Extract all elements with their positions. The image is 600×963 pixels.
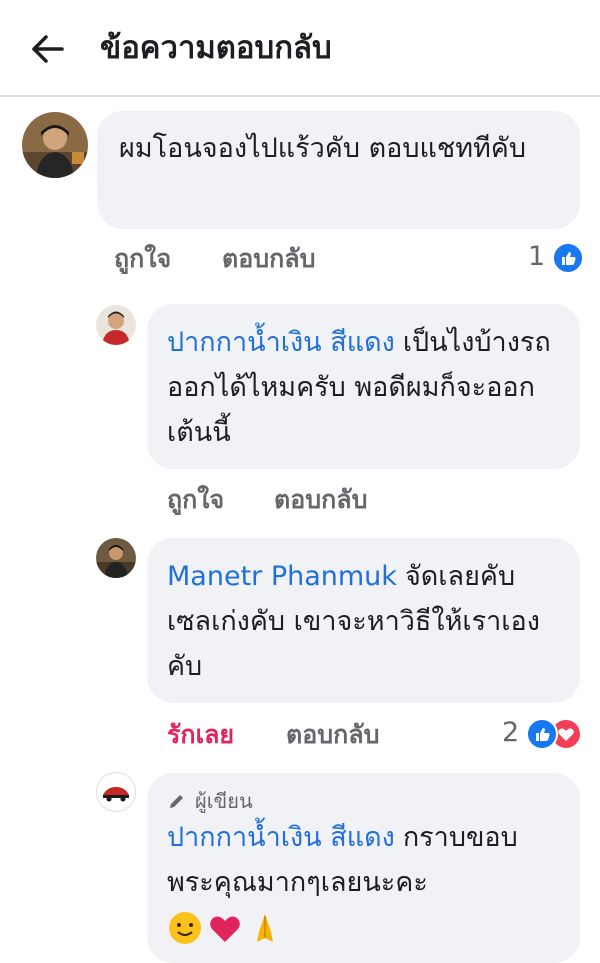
avatar[interactable] bbox=[22, 112, 88, 178]
comment-bubble[interactable]: ผมโอนจองไปแร้วคับ ตอบแชททีคับ bbox=[97, 111, 580, 229]
comment-author-link[interactable]: ปากกาน้ำเงิน สีแดง bbox=[167, 822, 395, 853]
reply-button[interactable]: ตอบกลับ bbox=[274, 483, 367, 517]
heart-emoji bbox=[210, 916, 240, 942]
comment-bubble[interactable]: ปากกาน้ำเงิน สีแดง เป็นไงบ้างรถออกได้ไหมค… bbox=[147, 304, 580, 469]
avatar-photo bbox=[96, 538, 136, 578]
back-button[interactable] bbox=[22, 27, 72, 71]
page-logo bbox=[97, 773, 135, 811]
reaction-icons[interactable] bbox=[552, 242, 584, 274]
reply-button[interactable]: ตอบกลับ bbox=[286, 718, 379, 752]
comment-body: Manetr Phanmuk จัดเลยคับ เซลเก่งคับ เขาจะ… bbox=[167, 554, 560, 689]
reaction-count[interactable]: 1 bbox=[528, 240, 545, 274]
reply-button[interactable]: ตอบกลับ bbox=[222, 242, 315, 276]
reaction-icons[interactable] bbox=[526, 718, 582, 750]
comment-body: ปากกาน้ำเงิน สีแดง เป็นไงบ้างรถออกได้ไหมค… bbox=[167, 320, 560, 455]
avatar[interactable] bbox=[96, 772, 136, 812]
like-icon bbox=[526, 718, 558, 750]
top-bar: ข้อความตอบกลับ bbox=[0, 0, 600, 97]
avatar-photo bbox=[96, 305, 136, 345]
comment-bubble[interactable]: ผู้เขียน ปากกาน้ำเงิน สีแดง กราบขอบพระคุณ… bbox=[147, 773, 580, 963]
like-icon bbox=[552, 242, 584, 274]
avatar[interactable] bbox=[96, 538, 136, 578]
comment-text: ผมโอนจองไปแร้วคับ ตอบแชททีคับ bbox=[119, 133, 526, 164]
back-arrow-icon bbox=[32, 35, 64, 63]
comment-body: ปากกาน้ำเงิน สีแดง กราบขอบพระคุณมากๆเลยนะ… bbox=[167, 815, 560, 905]
smile-emoji bbox=[169, 911, 201, 944]
like-button[interactable]: ถูกใจ bbox=[167, 483, 224, 517]
author-badge: ผู้เขียน bbox=[167, 787, 560, 815]
avatar-photo bbox=[22, 112, 88, 178]
emoji-row bbox=[167, 905, 560, 950]
author-badge-label: ผู้เขียน bbox=[195, 789, 253, 813]
comment-author-link[interactable]: Manetr Phanmuk bbox=[167, 561, 397, 592]
comment-bubble[interactable]: Manetr Phanmuk จัดเลยคับ เซลเก่งคับ เขาจะ… bbox=[147, 538, 580, 703]
like-button[interactable]: ถูกใจ bbox=[114, 242, 171, 276]
page-title: ข้อความตอบกลับ bbox=[100, 30, 332, 66]
love-button[interactable]: รักเลย bbox=[167, 718, 234, 752]
pencil-icon bbox=[170, 795, 183, 808]
avatar[interactable] bbox=[96, 305, 136, 345]
pray-emoji bbox=[257, 913, 273, 942]
comment-author-link[interactable]: ปากกาน้ำเงิน สีแดง bbox=[167, 327, 395, 358]
reaction-count[interactable]: 2 bbox=[502, 716, 519, 750]
